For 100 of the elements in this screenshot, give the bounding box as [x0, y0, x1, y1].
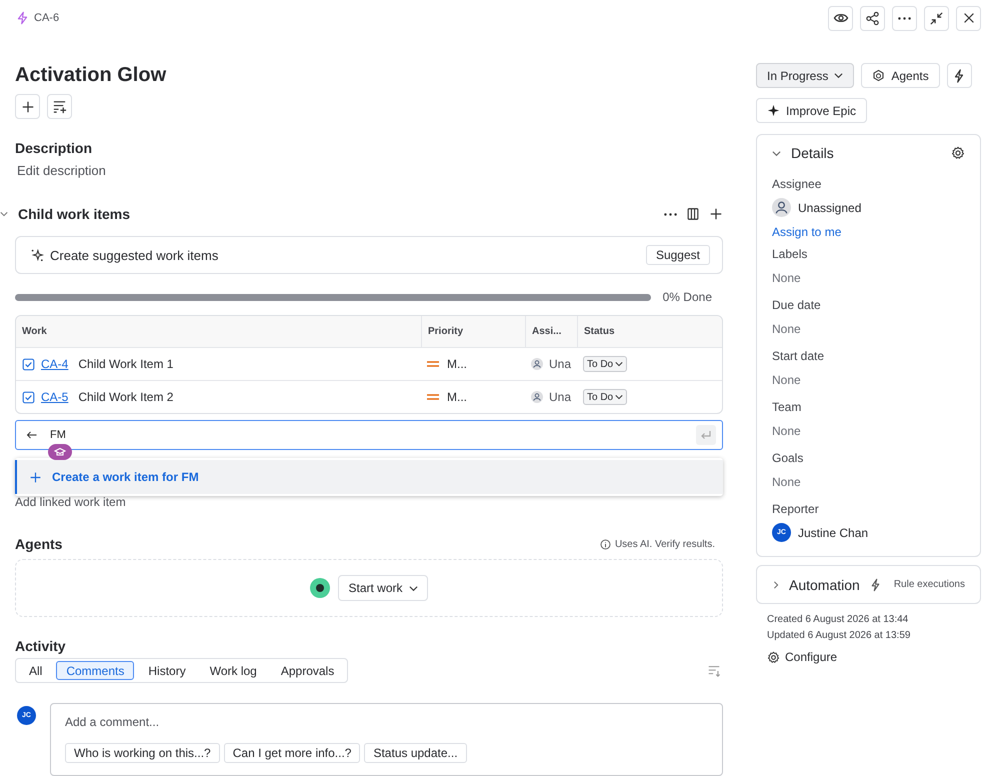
caret-icon	[615, 393, 624, 401]
field-label: Start date	[772, 349, 826, 363]
plus-icon	[29, 470, 42, 484]
issue-title[interactable]: Activation Glow	[15, 63, 723, 87]
lightning-icon	[868, 578, 882, 592]
activity-tab[interactable]: Comments	[56, 661, 134, 680]
field-label: Due date	[772, 298, 822, 312]
status-dropdown[interactable]: To Do	[583, 356, 628, 372]
chevron-icon[interactable]	[772, 148, 781, 158]
section-heading: Agents	[15, 536, 62, 552]
linked-items-hint[interactable]: Add linked work item	[15, 496, 723, 508]
settings-icon[interactable]	[951, 146, 965, 160]
improve-epic-button[interactable]: Improve Epic	[756, 98, 868, 123]
chevron-icon[interactable]	[0, 210, 8, 218]
priority-medium-icon	[427, 360, 439, 368]
start-work-button[interactable]: Start work	[338, 575, 428, 601]
suggestion-chip[interactable]: Who is working on this...?	[65, 743, 220, 763]
field-label: Reporter	[772, 502, 820, 516]
text-input[interactable]: FM	[50, 429, 684, 441]
field-value[interactable]: None	[772, 373, 965, 387]
table-cell: Una	[548, 357, 571, 371]
suggestion-chip[interactable]: Can I get more info...?	[224, 743, 360, 763]
section-heading: Activity	[15, 638, 67, 654]
list-plus-icon	[52, 99, 67, 114]
field-label: Goals	[772, 451, 804, 465]
minimize-button[interactable]	[924, 6, 949, 30]
field-value[interactable]: None	[772, 271, 965, 285]
field-label: Labels	[772, 247, 808, 261]
chevron-icon[interactable]	[772, 580, 780, 588]
issue-link[interactable]: CA-5	[41, 390, 68, 404]
activity-tab[interactable]: Approvals	[270, 661, 344, 680]
caret-icon	[408, 584, 418, 592]
field-value[interactable]: None	[772, 424, 965, 438]
table-cell: M...	[447, 390, 467, 404]
task-icon	[22, 390, 35, 404]
created-date: Created 6 August 2026 at 13:44	[766, 614, 910, 625]
column-header: Assi...	[532, 326, 562, 337]
lightning-icon	[16, 11, 29, 25]
field-value[interactable]: None	[772, 322, 965, 336]
column-header: Work	[22, 326, 47, 337]
rule-executions-link[interactable]: Rule executions	[894, 579, 965, 590]
columns-icon[interactable]	[686, 207, 700, 221]
hexagon-icon	[872, 69, 886, 82]
close-icon	[962, 11, 976, 25]
table-cell: Child Work Item 2	[78, 390, 174, 404]
status-dropdown[interactable]: To Do	[583, 389, 628, 405]
add-icon[interactable]	[709, 207, 723, 221]
share-icon	[865, 10, 880, 26]
sparkle-icon	[30, 248, 44, 262]
caret-icon	[615, 360, 624, 368]
option-text: Create a work item for FM	[52, 470, 199, 484]
progress-reading: 0% Done	[662, 290, 713, 304]
create-item-option[interactable]: Create a work item for FM	[15, 460, 723, 494]
column-header: Status	[584, 326, 615, 337]
close-button[interactable]	[956, 6, 981, 30]
watch-button[interactable]	[828, 6, 853, 30]
agents-button[interactable]: Agents	[861, 63, 940, 88]
field-value[interactable]: Justine Chan	[798, 526, 868, 540]
table-cell: Child Work Item 1	[78, 357, 174, 371]
table-cell: Una	[548, 390, 571, 404]
assign-to-me-link[interactable]: Assign to me	[772, 225, 965, 239]
task-icon	[22, 358, 35, 370]
field-label: Team	[772, 400, 802, 414]
updated-date: Updated 6 August 2026 at 13:59	[766, 630, 912, 641]
ai-note: Uses AI. Verify results.	[614, 538, 715, 550]
field-label: Assignee	[772, 177, 822, 191]
description-field[interactable]: Edit description	[15, 163, 723, 178]
issue-link[interactable]: CA-4	[41, 357, 68, 371]
activity-tab[interactable]: Work log	[200, 661, 267, 680]
caret-icon	[834, 71, 844, 80]
comment-placeholder: Add a comment...	[65, 715, 160, 729]
suggest-button[interactable]: Suggest	[646, 245, 710, 265]
sort-icon[interactable]	[707, 664, 721, 678]
card-title: Details	[791, 145, 834, 161]
info-icon	[600, 538, 611, 550]
column-header: Priority	[428, 326, 464, 337]
field-value[interactable]: Unassigned	[798, 200, 862, 214]
section-heading: Description	[15, 140, 94, 156]
activity-tab[interactable]: All	[19, 661, 52, 680]
avatar-icon	[772, 198, 791, 217]
activity-tab[interactable]: History	[138, 661, 196, 680]
plus-icon	[20, 100, 34, 114]
configure-button[interactable]: Configure	[756, 650, 838, 664]
settings-icon	[767, 650, 780, 664]
suggestion-chip[interactable]: Status update...	[364, 743, 467, 763]
table-cell: M...	[447, 357, 467, 371]
add-list-button[interactable]	[47, 94, 72, 119]
more-icon[interactable]	[664, 212, 677, 216]
add-button[interactable]	[15, 94, 40, 119]
issue-key[interactable]: CA-6	[34, 12, 60, 24]
back-arrow-icon[interactable]	[26, 429, 38, 441]
status-button[interactable]: In Progress	[756, 63, 854, 88]
automation-button[interactable]	[946, 63, 972, 88]
comment-box[interactable]: Add a comment... Who is working on this...? Can I get more info...? Status update...	[50, 703, 723, 776]
sparkle-icon	[767, 104, 780, 117]
field-value[interactable]: None	[772, 475, 965, 489]
more-icon	[898, 16, 911, 20]
share-button[interactable]	[860, 6, 885, 30]
create-item-field[interactable]: FM	[15, 420, 723, 450]
agent-icon	[310, 578, 330, 598]
